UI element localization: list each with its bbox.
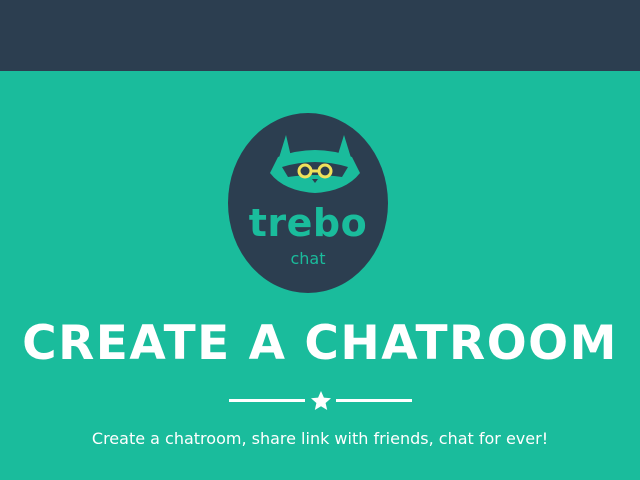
brand-name: trebo bbox=[248, 201, 368, 245]
divider-line-left bbox=[229, 399, 305, 402]
divider-line-right bbox=[336, 399, 412, 402]
brand-subtitle: chat bbox=[290, 249, 326, 268]
top-navigation-bar bbox=[0, 0, 640, 71]
tagline-text: Create a chatroom, share link with frien… bbox=[91, 429, 549, 448]
trebo-chat-logo: trebo chat bbox=[228, 113, 388, 293]
page-title: CREATE A CHATROOM bbox=[22, 316, 618, 371]
star-icon bbox=[311, 391, 331, 410]
star-divider bbox=[229, 388, 412, 412]
